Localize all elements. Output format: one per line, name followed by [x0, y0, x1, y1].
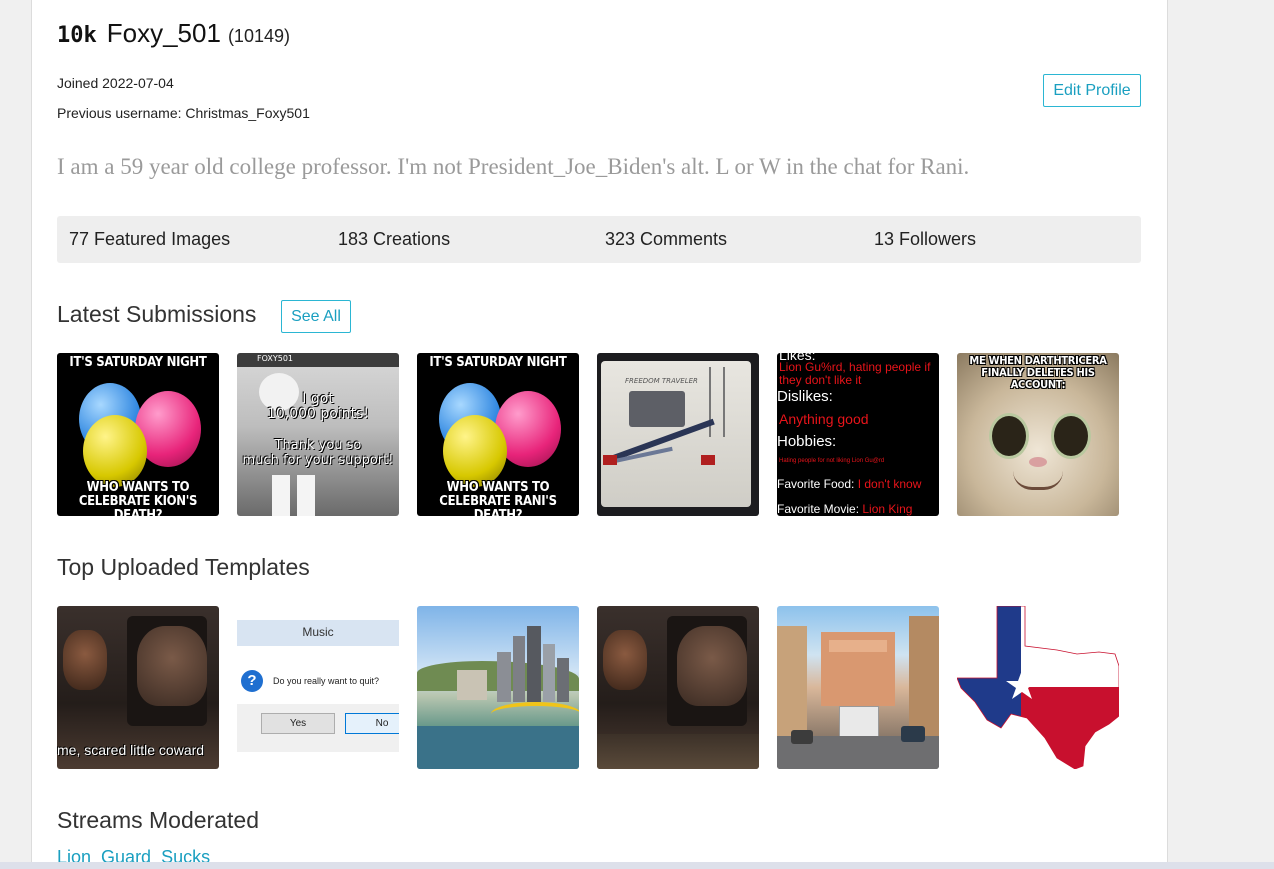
points-count: (10149) — [227, 26, 290, 46]
text-line: Hating people for not liking Lion Gu@rd — [779, 458, 885, 464]
see-all-button[interactable]: See All — [281, 300, 351, 333]
text-line: Dislikes: — [777, 388, 833, 405]
meme-line: 10,000 points! — [266, 406, 370, 422]
streams-moderated-heading: Streams Moderated — [57, 807, 259, 833]
latest-submissions-heading: Latest Submissions — [57, 301, 257, 327]
submission-thumbnail[interactable]: FREEDOM TRAVELER — [597, 353, 759, 516]
dialog-no-button: No — [345, 713, 399, 734]
texas-map-icon — [957, 606, 1119, 769]
question-icon: ? — [241, 670, 263, 692]
score-badge: 10k — [57, 23, 97, 48]
submission-thumbnail[interactable]: IT'S SATURDAY NIGHT WHO WANTS TO CELEBRA… — [57, 353, 219, 516]
submission-thumbnail[interactable]: IT'S SATURDAY NIGHT WHO WANTS TO CELEBRA… — [417, 353, 579, 516]
text-line: Lion King — [862, 502, 913, 516]
watermark-label: FOXY501 — [257, 354, 294, 363]
text-line: Favorite Movie: — [777, 502, 860, 516]
text-line: Lion Gu%rd, hating people if they don't … — [779, 360, 931, 387]
template-thumbnail[interactable] — [777, 606, 939, 769]
template-thumbnail[interactable]: me, scared little coward — [57, 606, 219, 769]
previous-username: Previous username: Christmas_Foxy501 — [57, 105, 310, 121]
submission-thumbnail[interactable]: FOXY501 I got 10,000 points! Thank you s… — [237, 353, 399, 516]
submission-thumbnail[interactable]: Likes: Lion Gu%rd, hating people if they… — [777, 353, 939, 516]
template-thumbnail[interactable] — [957, 606, 1119, 769]
stat-comments[interactable]: 323 Comments — [605, 216, 727, 263]
profile-bio: I am a 59 year old college professor. I'… — [57, 154, 970, 179]
stat-creations[interactable]: 183 Creations — [338, 216, 450, 263]
rv-brand-text: FREEDOM TRAVELER — [625, 377, 698, 385]
stats-bar: 77 Featured Images 183 Creations 323 Com… — [57, 216, 1141, 263]
username: Foxy_501 — [106, 18, 221, 48]
dialog-title: Music — [302, 625, 334, 639]
meme-line: much for your support! — [242, 453, 394, 468]
profile-title: 10k Foxy_501 (10149) — [57, 18, 290, 49]
submission-thumbnail[interactable]: ME WHEN DARTHTRICERA FINALLY DELETES HIS… — [957, 353, 1119, 516]
meme-top-text: IT'S SATURDAY NIGHT — [69, 355, 207, 370]
meme-bottom-text: WHO WANTS TO CELEBRATE KION'S DEATH? — [78, 480, 198, 517]
edit-profile-button[interactable]: Edit Profile — [1043, 74, 1141, 107]
meme-bottom-text: WHO WANTS TO CELEBRATE RANI'S DEATH? — [439, 480, 557, 517]
template-caption: me, scared little coward — [57, 742, 205, 758]
template-thumbnail[interactable]: Music ? Do you really want to quit? Yes … — [237, 606, 399, 769]
text-line: Favorite Food: — [777, 477, 855, 491]
text-line: Hobbies: — [777, 433, 837, 450]
text-line: I don't know — [857, 477, 922, 491]
dialog-question: Do you really want to quit? — [273, 676, 380, 686]
meme-line: I got — [302, 391, 334, 407]
stat-featured-images[interactable]: 77 Featured Images — [69, 216, 230, 263]
text-line: Anything good — [779, 411, 869, 427]
top-templates-heading: Top Uploaded Templates — [57, 554, 310, 580]
page-gutter — [1167, 0, 1274, 869]
stat-followers[interactable]: 13 Followers — [874, 216, 976, 263]
meme-top-text: IT'S SATURDAY NIGHT — [429, 355, 567, 370]
meme-top-text: ME WHEN DARTHTRICERA FINALLY DELETES HIS… — [969, 354, 1107, 391]
dialog-yes-button: Yes — [261, 713, 335, 734]
meme-line: Thank you so — [274, 438, 362, 453]
horizontal-scrollbar[interactable] — [0, 862, 1274, 869]
template-thumbnail[interactable] — [417, 606, 579, 769]
joined-date: Joined 2022-07-04 — [57, 75, 174, 91]
template-thumbnail[interactable] — [597, 606, 759, 769]
